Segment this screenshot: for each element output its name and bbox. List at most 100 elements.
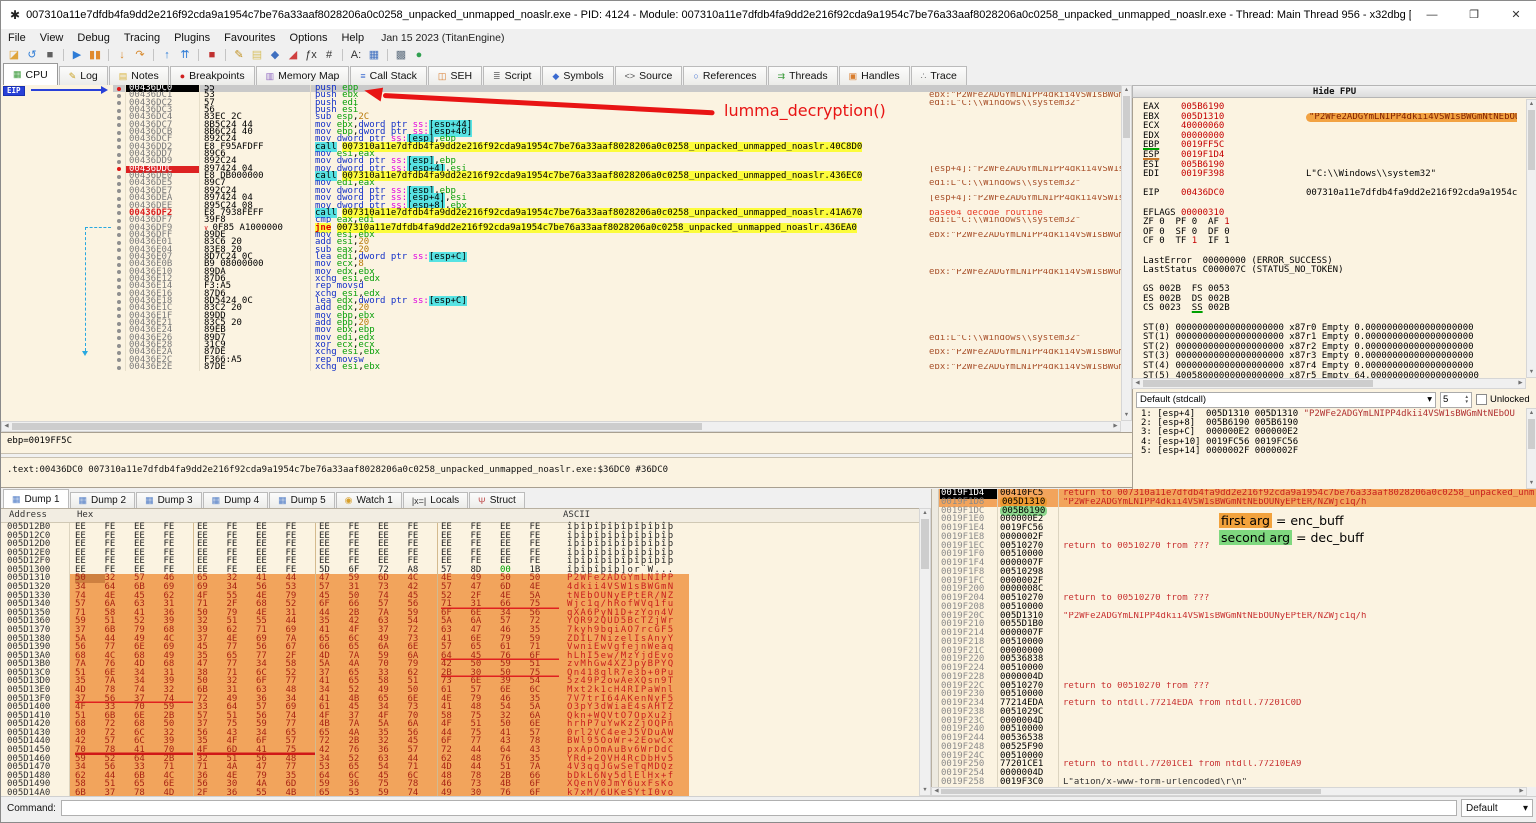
row-dot[interactable] bbox=[113, 276, 125, 283]
row-dot[interactable] bbox=[113, 195, 125, 202]
breakpoint-toggle-icon[interactable]: ■ bbox=[203, 47, 221, 63]
menu-favourites[interactable]: Favourites bbox=[217, 32, 282, 44]
row-dot[interactable] bbox=[113, 283, 125, 290]
disasm-horizontal-scrollbar[interactable]: ◀ ▶ bbox=[1, 421, 1121, 432]
argument-line[interactable]: 5: [esp+14] 0000002F 0000002F bbox=[1141, 447, 1517, 456]
disasm-row[interactable]: 00436E2E87DExchg esi,ebxebx:"P2WFe2ADGYm… bbox=[1, 364, 1121, 371]
row-dot[interactable] bbox=[113, 327, 125, 334]
row-dot[interactable] bbox=[113, 107, 125, 114]
dump-tab-dump-2[interactable]: ▦Dump 2 bbox=[70, 492, 136, 508]
row-dot[interactable] bbox=[113, 239, 125, 246]
scrollbar-thumb[interactable] bbox=[1143, 380, 1373, 387]
registers-vertical-scrollbar[interactable]: ▲ ▼ bbox=[1526, 99, 1536, 378]
row-dot[interactable] bbox=[113, 364, 125, 371]
row-dot[interactable] bbox=[113, 225, 125, 232]
scrollbar-thumb[interactable] bbox=[1528, 419, 1535, 449]
settings-globe-icon[interactable]: ● bbox=[410, 47, 428, 63]
menu-plugins[interactable]: Plugins bbox=[167, 32, 217, 44]
scroll-left-icon[interactable]: ◀ bbox=[1133, 379, 1142, 388]
scroll-down-icon[interactable]: ▼ bbox=[920, 786, 930, 795]
comment-icon[interactable]: ▤ bbox=[248, 47, 266, 63]
menu-file[interactable]: File bbox=[1, 32, 33, 44]
row-dot[interactable] bbox=[113, 217, 125, 224]
tab-symbols[interactable]: ◆Symbols bbox=[542, 66, 613, 85]
arguments-pane[interactable]: 1: [esp+4] 005D1310 005D1310 "P2WFe2ADGY… bbox=[1134, 408, 1517, 489]
goto-icon[interactable]: # bbox=[320, 47, 338, 63]
breakpoint-dot[interactable] bbox=[113, 85, 125, 92]
scroll-down-icon[interactable]: ▼ bbox=[1122, 411, 1131, 420]
scroll-up-icon[interactable]: ▲ bbox=[1122, 86, 1131, 95]
row-dot[interactable] bbox=[113, 291, 125, 298]
close-button[interactable]: ✕ bbox=[1495, 1, 1536, 29]
row-dot[interactable] bbox=[113, 114, 125, 121]
disasm-vertical-scrollbar[interactable]: ▲ ▼ bbox=[1121, 85, 1132, 421]
unlocked-checkbox[interactable]: Unlocked bbox=[1476, 394, 1530, 405]
row-dot[interactable] bbox=[113, 203, 125, 210]
stack-horizontal-scrollbar[interactable]: ◀ ▶ bbox=[931, 787, 1527, 796]
checkbox-box[interactable] bbox=[1476, 394, 1487, 405]
maximize-button[interactable]: ❐ bbox=[1453, 1, 1495, 29]
row-dot[interactable] bbox=[113, 232, 125, 239]
row-dot[interactable] bbox=[113, 180, 125, 187]
row-dot[interactable] bbox=[113, 313, 125, 320]
row-dot[interactable] bbox=[113, 188, 125, 195]
scroll-up-icon[interactable]: ▲ bbox=[1527, 409, 1536, 418]
row-dot[interactable] bbox=[113, 100, 125, 107]
execute-till-return-icon[interactable]: ↑ bbox=[158, 47, 176, 63]
dump-vertical-scrollbar[interactable]: ▲ ▼ bbox=[919, 508, 931, 796]
dump-tab-locals[interactable]: |x=|Locals bbox=[403, 492, 468, 508]
registers-horizontal-scrollbar[interactable]: ◀ ▶ bbox=[1132, 378, 1526, 389]
hide-fpu-button[interactable]: Hide FPU bbox=[1132, 85, 1536, 98]
stop-icon[interactable]: ■ bbox=[41, 47, 59, 63]
bookmark-icon[interactable]: ◆ bbox=[266, 47, 284, 63]
dump-tab-watch-1[interactable]: ◉Watch 1 bbox=[336, 492, 402, 508]
menu-help[interactable]: Help bbox=[334, 32, 371, 44]
tab-references[interactable]: ○References bbox=[683, 66, 766, 85]
dump-tab-dump-1[interactable]: ▦Dump 1 bbox=[3, 489, 69, 508]
tab-memory-map[interactable]: ▥Memory Map bbox=[256, 66, 350, 85]
tab-call-stack[interactable]: ≡Call Stack bbox=[350, 66, 427, 85]
row-dot[interactable] bbox=[113, 173, 125, 180]
restart-icon[interactable]: ↺ bbox=[23, 47, 41, 63]
stack-pane[interactable]: 0019F1D400410FC5return to 007310a11e7dfd… bbox=[931, 489, 1536, 787]
tab-cpu[interactable]: ▦CPU bbox=[3, 63, 58, 85]
calculator-icon[interactable]: ▩ bbox=[392, 47, 410, 63]
row-dot[interactable] bbox=[113, 210, 125, 217]
breakpoint-dot[interactable] bbox=[113, 166, 125, 173]
minimize-button[interactable]: — bbox=[1411, 1, 1453, 29]
scrollbar-thumb[interactable] bbox=[1528, 110, 1535, 170]
pause-icon[interactable]: ▮▮ bbox=[86, 47, 104, 63]
row-dot[interactable] bbox=[113, 342, 125, 349]
dump-tab-struct[interactable]: ΨStruct bbox=[469, 492, 525, 508]
scroll-up-icon[interactable]: ▲ bbox=[1527, 100, 1536, 109]
dump-tab-dump-3[interactable]: ▦Dump 3 bbox=[136, 492, 202, 508]
assemble-icon[interactable]: ƒx bbox=[302, 47, 320, 63]
scrollbar-thumb[interactable] bbox=[1123, 96, 1130, 138]
tab-breakpoints[interactable]: ●Breakpoints bbox=[170, 66, 255, 85]
tab-script[interactable]: ≣Script bbox=[483, 66, 541, 85]
scroll-down-icon[interactable]: ▼ bbox=[1527, 368, 1536, 377]
scroll-right-icon[interactable]: ▶ bbox=[1517, 787, 1526, 796]
row-dot[interactable] bbox=[113, 305, 125, 312]
tab-seh[interactable]: ◫SEH bbox=[428, 66, 482, 85]
row-dot[interactable] bbox=[113, 349, 125, 356]
dump-row[interactable]: 005D14A06B37784D2F36554B655359744930766F… bbox=[1, 789, 919, 796]
tab-threads[interactable]: ⇉Threads bbox=[768, 66, 838, 85]
row-dot[interactable] bbox=[113, 92, 125, 99]
row-dot[interactable] bbox=[113, 151, 125, 158]
scroll-left-icon[interactable]: ◀ bbox=[2, 422, 11, 431]
step-over-icon[interactable]: ↷ bbox=[131, 47, 149, 63]
run-icon[interactable]: ▶ bbox=[68, 47, 86, 63]
row-dot[interactable] bbox=[113, 129, 125, 136]
step-out-icon[interactable]: ⇈ bbox=[176, 47, 194, 63]
tab-log[interactable]: ✎Log bbox=[59, 66, 108, 85]
menu-options[interactable]: Options bbox=[283, 32, 335, 44]
arguments-vertical-scrollbar[interactable]: ▲ ▼ bbox=[1526, 408, 1536, 489]
scroll-down-icon[interactable]: ▼ bbox=[1527, 479, 1536, 488]
command-profile-select[interactable]: Default ▾ bbox=[1461, 799, 1533, 817]
menu-debug[interactable]: Debug bbox=[70, 32, 116, 44]
row-dot[interactable] bbox=[113, 261, 125, 268]
text-icon[interactable]: A: bbox=[347, 47, 365, 63]
stack-row[interactable]: 0019F2580019F3C0L"ation/x-www-form-urlen… bbox=[932, 778, 1536, 787]
graph-icon[interactable]: ▦ bbox=[365, 47, 383, 63]
